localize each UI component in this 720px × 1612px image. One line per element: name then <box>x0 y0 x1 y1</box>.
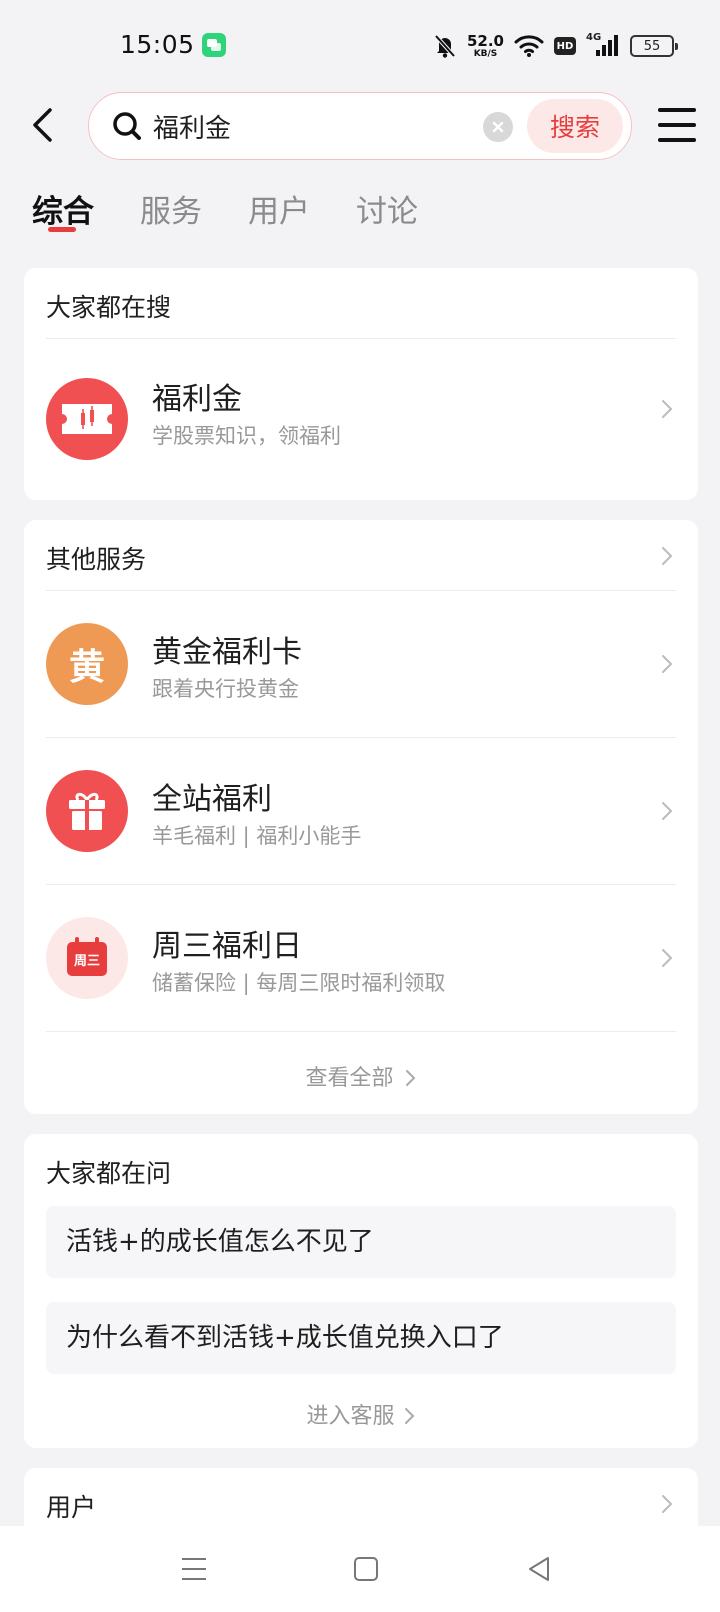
search-icon <box>113 112 141 140</box>
system-nav-bar <box>0 1526 720 1612</box>
tab-services[interactable]: 服务 <box>140 188 202 236</box>
chevron-right-icon <box>662 949 673 967</box>
search-bar: 搜索 <box>88 92 632 160</box>
trending-item-title: 福利金 <box>152 382 242 417</box>
service-item-subtitle: 跟着央行投黄金 <box>152 677 299 701</box>
mute-bell-icon <box>434 34 456 58</box>
menu-icon <box>182 1558 206 1580</box>
service-item-site-benefits[interactable]: 全站福利 羊毛福利 | 福利小能手 <box>24 738 698 885</box>
view-all-link[interactable]: 查看全部 <box>24 1060 698 1092</box>
chevron-right-icon <box>662 547 673 565</box>
other-services-header[interactable]: 其他服务 <box>24 520 698 590</box>
service-item-gold-card[interactable]: 黄 黄金福利卡 跟着央行投黄金 <box>24 591 698 738</box>
home-button[interactable] <box>341 1544 391 1594</box>
other-services-title: 其他服务 <box>46 545 147 574</box>
menu-button[interactable] <box>658 108 696 142</box>
messaging-app-icon <box>202 33 226 57</box>
trending-item-subtitle: 学股票知识，领福利 <box>152 424 341 448</box>
chevron-right-icon <box>662 1495 673 1513</box>
result-tabs: 综合 服务 用户 讨论 <box>32 188 418 244</box>
battery-indicator: 55 <box>630 35 678 57</box>
chevron-right-icon <box>662 400 673 418</box>
service-item-title: 周三福利日 <box>152 929 302 964</box>
service-item-wednesday[interactable]: 周三 周三福利日 储蓄保险 | 每周三限时福利领取 <box>24 885 698 1032</box>
service-item-title: 全站福利 <box>152 782 272 817</box>
wifi-icon <box>514 35 544 57</box>
close-icon <box>492 121 504 133</box>
tab-discussion[interactable]: 讨论 <box>356 188 418 236</box>
chevron-left-icon <box>33 108 52 142</box>
network-speed-unit: KB/S <box>473 48 498 59</box>
status-time: 15:05 <box>120 30 195 59</box>
hd-badge: HD <box>554 37 576 55</box>
menu-icon-line <box>658 138 696 142</box>
active-tab-indicator <box>48 227 76 232</box>
chevron-right-icon <box>404 1408 414 1424</box>
service-item-title: 黄金福利卡 <box>152 635 302 670</box>
cellular-signal-icon: 4G <box>586 32 620 58</box>
status-icons: 52.0 KB/S HD 4G 55 <box>433 28 678 64</box>
faq-title: 大家都在问 <box>46 1159 172 1188</box>
calendar-icon-text: 周三 <box>73 953 100 969</box>
faq-card: 大家都在问 活钱+的成长值怎么不见了 为什么看不到活钱+成长值兑换入口了 进入客… <box>24 1134 698 1448</box>
other-services-card: 其他服务 黄 黄金福利卡 跟着央行投黄金 全站福利 羊毛福利 | 福利小能手 周… <box>24 520 698 1114</box>
search-input[interactable] <box>153 103 453 149</box>
chevron-right-icon <box>662 802 673 820</box>
trending-card: 大家都在搜 福利金 学股票知识，领福利 <box>24 268 698 500</box>
divider <box>46 1031 676 1032</box>
chevron-right-icon <box>405 1070 415 1086</box>
network-speed: 52.0 KB/S <box>466 31 504 59</box>
recent-apps-button[interactable] <box>169 1544 219 1594</box>
chevron-right-icon <box>662 655 673 673</box>
customer-service-link[interactable]: 进入客服 <box>24 1398 698 1430</box>
network-speed-value: 52.0 <box>466 31 504 50</box>
square-icon <box>354 1557 378 1581</box>
ticket-icon <box>46 378 128 460</box>
back-nav-button[interactable] <box>514 1544 564 1594</box>
service-item-subtitle: 羊毛福利 | 福利小能手 <box>152 824 362 848</box>
trending-title: 大家都在搜 <box>46 293 172 322</box>
triangle-back-icon <box>529 1557 549 1581</box>
back-button[interactable] <box>20 100 64 150</box>
gift-icon <box>46 770 128 852</box>
users-title: 用户 <box>46 1493 97 1522</box>
menu-icon-line <box>658 123 696 127</box>
clear-search-button[interactable] <box>483 112 513 142</box>
tab-users[interactable]: 用户 <box>248 188 310 236</box>
faq-question[interactable]: 为什么看不到活钱+成长值兑换入口了 <box>46 1302 676 1374</box>
search-button[interactable]: 搜索 <box>527 99 623 153</box>
gold-card-icon-text: 黄 <box>68 647 105 688</box>
service-item-subtitle: 储蓄保险 | 每周三限时福利领取 <box>152 971 446 995</box>
status-bar: 15:05 52.0 KB/S HD 4G 55 <box>0 0 720 92</box>
search-results-page: 15:05 52.0 KB/S HD 4G 55 福利金 搜索 综合 服务 用户… <box>0 0 720 1612</box>
calendar-icon: 周三 <box>46 917 128 999</box>
trending-item[interactable]: 福利金 学股票知识，领福利 <box>24 338 698 498</box>
view-all-label: 查看全部 <box>305 1066 394 1091</box>
menu-icon-line <box>658 108 696 112</box>
customer-service-label: 进入客服 <box>306 1404 395 1429</box>
faq-question[interactable]: 活钱+的成长值怎么不见了 <box>46 1206 676 1278</box>
gold-card-icon: 黄 <box>46 623 128 705</box>
